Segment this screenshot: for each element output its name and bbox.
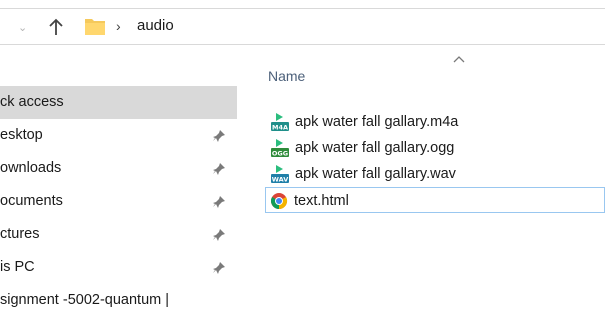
nav-item-assignment-folder[interactable]: signment -5002-quantum | [0, 284, 237, 317]
file-name: apk water fall gallary.wav [295, 166, 456, 182]
nav-item-label: ownloads [0, 160, 62, 176]
file-name: apk water fall gallary.m4a [295, 114, 459, 130]
nav-item-this-pc[interactable]: is PC [0, 251, 237, 284]
folder-icon [85, 19, 105, 35]
column-header-name[interactable]: Name [268, 68, 305, 84]
nav-item-downloads[interactable]: ownloads [0, 152, 237, 185]
recent-locations-chevron-icon[interactable]: ⌄ [18, 23, 28, 34]
nav-item-label: signment -5002-quantum | [0, 292, 170, 308]
pin-icon[interactable] [212, 129, 226, 143]
address-bar: ⌄ › audio [0, 0, 605, 52]
pin-icon[interactable] [212, 195, 226, 209]
nav-item-label: ck access [0, 94, 64, 110]
m4a-audio-icon: M4A [271, 113, 289, 131]
nav-item-desktop[interactable]: esktop [0, 119, 237, 152]
ogg-audio-icon: OGG [271, 139, 289, 157]
nav-item-quick-access[interactable]: ck access [0, 86, 237, 119]
file-row-ogg[interactable]: OGG apk water fall gallary.ogg [267, 135, 605, 161]
chrome-icon [271, 193, 288, 210]
nav-item-label: ocuments [0, 193, 63, 209]
file-row-wav[interactable]: WAV apk water fall gallary.wav [267, 161, 605, 187]
address-field[interactable]: ⌄ › audio [0, 8, 605, 45]
nav-item-documents[interactable]: ocuments [0, 185, 237, 218]
file-list-pane: Name M4A apk water fall gallary.m4a OGG … [240, 52, 605, 327]
file-row-m4a[interactable]: M4A apk water fall gallary.m4a [267, 109, 605, 135]
pin-icon[interactable] [212, 162, 226, 176]
nav-item-label: esktop [0, 127, 43, 143]
file-name: text.html [294, 193, 349, 209]
navigation-pane: ck access esktop ownloads ocuments cture… [0, 52, 240, 327]
svg-text:WAV: WAV [272, 176, 289, 184]
up-arrow-icon[interactable] [48, 18, 64, 36]
file-name: apk water fall gallary.ogg [295, 140, 455, 156]
file-row-html[interactable]: text.html [265, 187, 605, 213]
breadcrumb-separator: › [116, 18, 121, 34]
svg-text:OGG: OGG [272, 150, 288, 158]
breadcrumb-audio[interactable]: audio [137, 17, 174, 34]
pin-icon[interactable] [212, 261, 226, 275]
wav-audio-icon: WAV [271, 165, 289, 183]
svg-text:M4A: M4A [272, 124, 288, 132]
nav-item-label: ctures [0, 226, 40, 242]
pin-icon[interactable] [212, 228, 226, 242]
nav-item-label: is PC [0, 259, 35, 275]
sort-ascending-icon [453, 56, 465, 63]
nav-item-pictures[interactable]: ctures [0, 218, 237, 251]
